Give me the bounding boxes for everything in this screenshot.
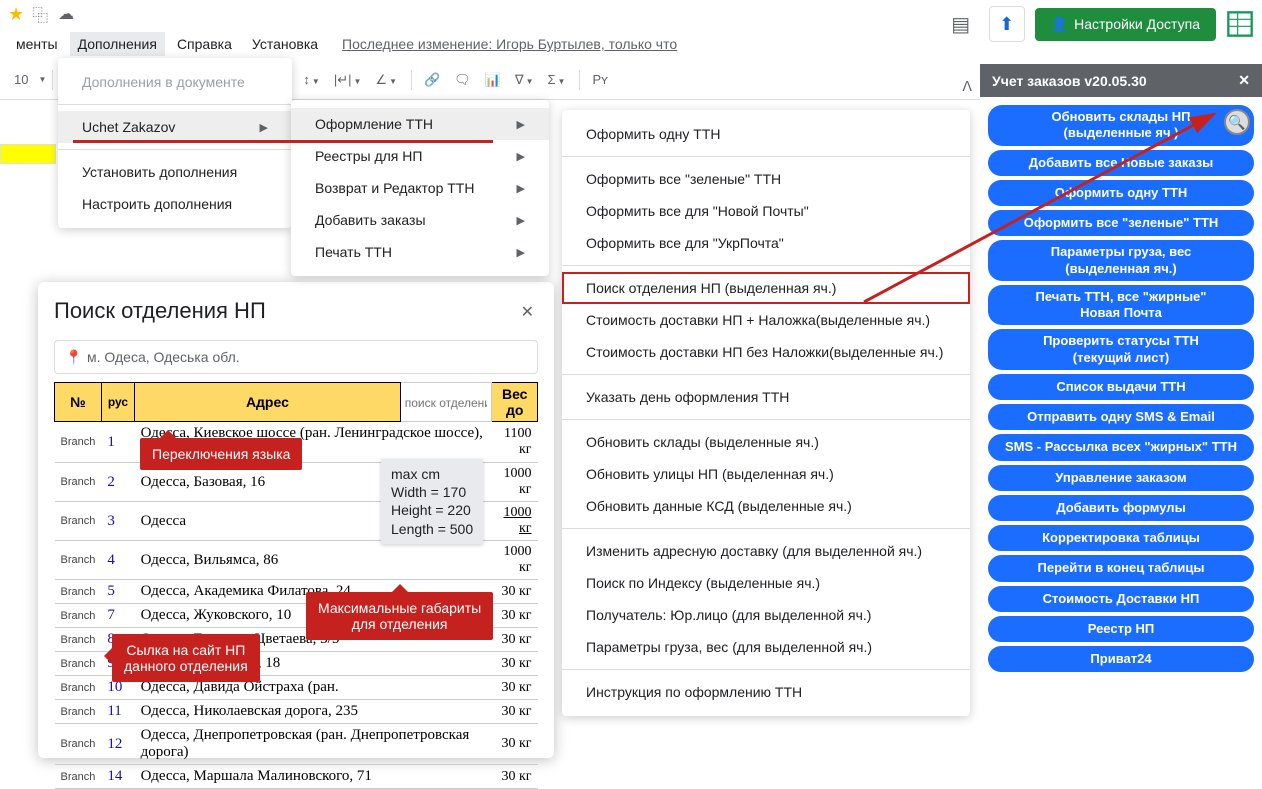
pin-icon: 📍 [65,349,82,366]
col-weight: Вес до [492,383,538,422]
sidebar-action-button[interactable]: Проверить статусы ТТН (текущий лист) [988,329,1254,370]
ttn-menu-item[interactable]: Стоимость доставки НП + Наложка(выделенн… [562,304,970,336]
person-icon: 👤 [1051,16,1068,33]
ttn-menu-item[interactable]: Обновить данные КСД (выделенные яч.) [562,490,970,522]
app-icon[interactable] [1226,10,1254,38]
sidebar-action-button[interactable]: Корректировка таблицы [988,525,1254,551]
ttn-menu-item[interactable]: Обновить склады (выделенные яч.) [562,426,970,458]
ttn-menu-item[interactable]: Изменить адресную доставку (для выделенн… [562,535,970,567]
ttn-menu-item[interactable]: Обновить улицы НП (выделенная яч.) [562,458,970,490]
py-icon[interactable]: Pʏ [586,70,613,89]
ttn-actions-menu: Оформить одну ТТН Оформить все "зеленые" … [562,110,970,716]
ttn-menu-item[interactable]: Оформить все для "УкрПочта" [562,227,970,259]
col-lang[interactable]: рус [101,383,134,422]
chart-icon[interactable]: 📊 [479,70,507,90]
share-label: Настройки Доступа [1074,16,1200,32]
menu-help[interactable]: Справка [169,32,240,56]
present-icon[interactable]: ⬆ [989,6,1025,42]
sidebar-action-button[interactable]: Оформить все "зеленые" ТТН [988,210,1254,236]
menu-doc-addons: Дополнения в документе [58,66,292,98]
last-edit-link[interactable]: Последнее изменение: Игорь Буртылев, тол… [342,36,677,52]
sidebar-action-button[interactable]: Реестр НП [988,616,1254,642]
annotation-underline [73,140,493,143]
table-row[interactable]: Branch11Одесса, Николаевская дорога, 235… [55,700,538,724]
link-icon[interactable]: 🔗 [418,70,446,90]
addons-menu: Дополнения в документе Uchet Zakazov▶ Ус… [58,58,292,228]
dialog-title: Поиск отделения НП [54,298,538,324]
close-icon[interactable]: ✕ [521,302,534,322]
col-addr: Адрес [135,383,401,422]
sidebar-action-button[interactable]: Параметры груза, вес (выделенная яч.) [988,240,1254,281]
wrap-icon[interactable]: |↵|▼ [328,70,368,90]
menu-instruments[interactable]: менты [8,32,66,56]
ttn-menu-item[interactable]: Получатель: Юр.лицо (для выделенной яч.) [562,599,970,631]
star-icon[interactable]: ★ [8,4,24,25]
filter-input[interactable] [405,396,488,410]
dimensions-tooltip: max cm Width = 170 Height = 220 Length =… [381,459,483,544]
sidebar-action-button[interactable]: Приват24 [988,646,1254,672]
sidebar-action-button[interactable]: Печать ТТН, все "жирные" Новая Почта [988,285,1254,326]
callout-lang-switch: Переключения языка [140,438,302,470]
submenu-arrow-icon: ▶ [260,121,268,134]
menu-install[interactable]: Установка [244,32,326,56]
callout-branch-link: Сылка на сайт НП данного отделения [112,634,260,682]
city-search-input[interactable]: 📍 м. Одеса, Одеська обл. [54,340,538,374]
sidebar-action-button[interactable]: Добавить все Новые заказы [988,150,1254,176]
cloud-icon[interactable]: ☁ [58,4,74,24]
font-size[interactable]: 10 [8,70,34,89]
table-row[interactable]: Branch14Одесса, Маршала Малиновского, 71… [55,765,538,789]
submenu-return-editor[interactable]: Возврат и Редактор ТТН▶ [291,172,549,204]
rotate-icon[interactable]: ∠▼ [369,70,403,90]
sidebar-action-button[interactable]: Перейти в конец таблицы [988,555,1254,581]
menu-uchet-zakazov[interactable]: Uchet Zakazov▶ [58,111,292,143]
sidebar-header: Учет заказов v20.05.30 ✕ [980,64,1262,97]
submenu-reestr-np[interactable]: Реестры для НП▶ [291,140,549,172]
sidebar-close-icon[interactable]: ✕ [1238,72,1250,89]
sidebar-action-button[interactable]: Оформить одну ТТН [988,180,1254,206]
submenu-add-orders[interactable]: Добавить заказы▶ [291,204,549,236]
table-row[interactable]: Branch12Одесса, Днепропетровская (ран. Д… [55,724,538,765]
sigma-icon[interactable]: Σ▼ [542,70,572,89]
ttn-menu-item[interactable]: Стоимость доставки НП без Наложки(выделе… [562,336,970,368]
ttn-menu-item[interactable]: Оформить все "зеленые" ТТН [562,163,970,195]
collapse-toolbar-icon[interactable]: ᐱ [962,78,972,95]
callout-max-dimensions: Максимальные габариты для отделения [306,592,493,640]
sidebar-action-button[interactable]: SMS - Рассылка всех "жирных" ТТН [988,434,1254,460]
filter-icon[interactable]: ∇▼ [509,70,540,90]
menu-configure-addons[interactable]: Настроить дополнения [58,188,292,220]
move-icon[interactable]: ⿻ [32,2,48,26]
comment-icon[interactable]: 🗨 [448,70,477,90]
sidebar-action-button[interactable]: Отправить одну SMS & Email [988,404,1254,430]
ttn-menu-item[interactable]: Инструкция по оформлению ТТН [562,676,970,708]
sidebar-action-button[interactable]: Управление заказом [988,465,1254,491]
uchet-submenu: Оформление ТТН▶ Реестры для НП▶ Возврат … [291,100,549,276]
magnifier-icon[interactable]: 🔍 [1224,109,1250,135]
submenu-print-ttn[interactable]: Печать ТТН▶ [291,236,549,268]
ttn-menu-item[interactable]: Параметры груза, вес (для выделенной яч.… [562,631,970,663]
menu-addons[interactable]: Дополнения [70,32,165,56]
yellow-cell [0,144,56,164]
ttn-menu-item[interactable]: Поиск отделения НП (выделенная яч.) [562,272,970,304]
sidebar-action-button[interactable]: Список выдачи ТТН [988,374,1254,400]
ttn-menu-item[interactable]: Оформить одну ТТН [562,118,970,150]
sidebar-action-button[interactable]: Стоимость Доставки НП [988,586,1254,612]
ttn-menu-item[interactable]: Указать день оформления ТТН [562,381,970,413]
sidebar: Учет заказов v20.05.30 ✕ 🔍 Обновить скла… [980,64,1262,680]
sidebar-action-button[interactable]: Добавить формулы [988,495,1254,521]
submenu-ttn-create[interactable]: Оформление ТТН▶ [291,108,549,140]
col-num: № [55,383,102,422]
share-button[interactable]: 👤 Настройки Доступа [1035,8,1216,41]
comments-icon[interactable]: ▤ [943,6,979,42]
valign-icon[interactable]: ↕▼ [297,70,325,89]
sidebar-action-button[interactable]: Обновить склады НП (выделенные яч.) [988,105,1254,146]
ttn-menu-item[interactable]: Оформить все для "Новой Почты" [562,195,970,227]
ttn-menu-item[interactable]: Поиск по Индексу (выделенные яч.) [562,567,970,599]
table-row[interactable]: Branch4Одесса, Вильямса, 861000 кг [55,541,538,580]
menu-install-addons[interactable]: Установить дополнения [58,156,292,188]
